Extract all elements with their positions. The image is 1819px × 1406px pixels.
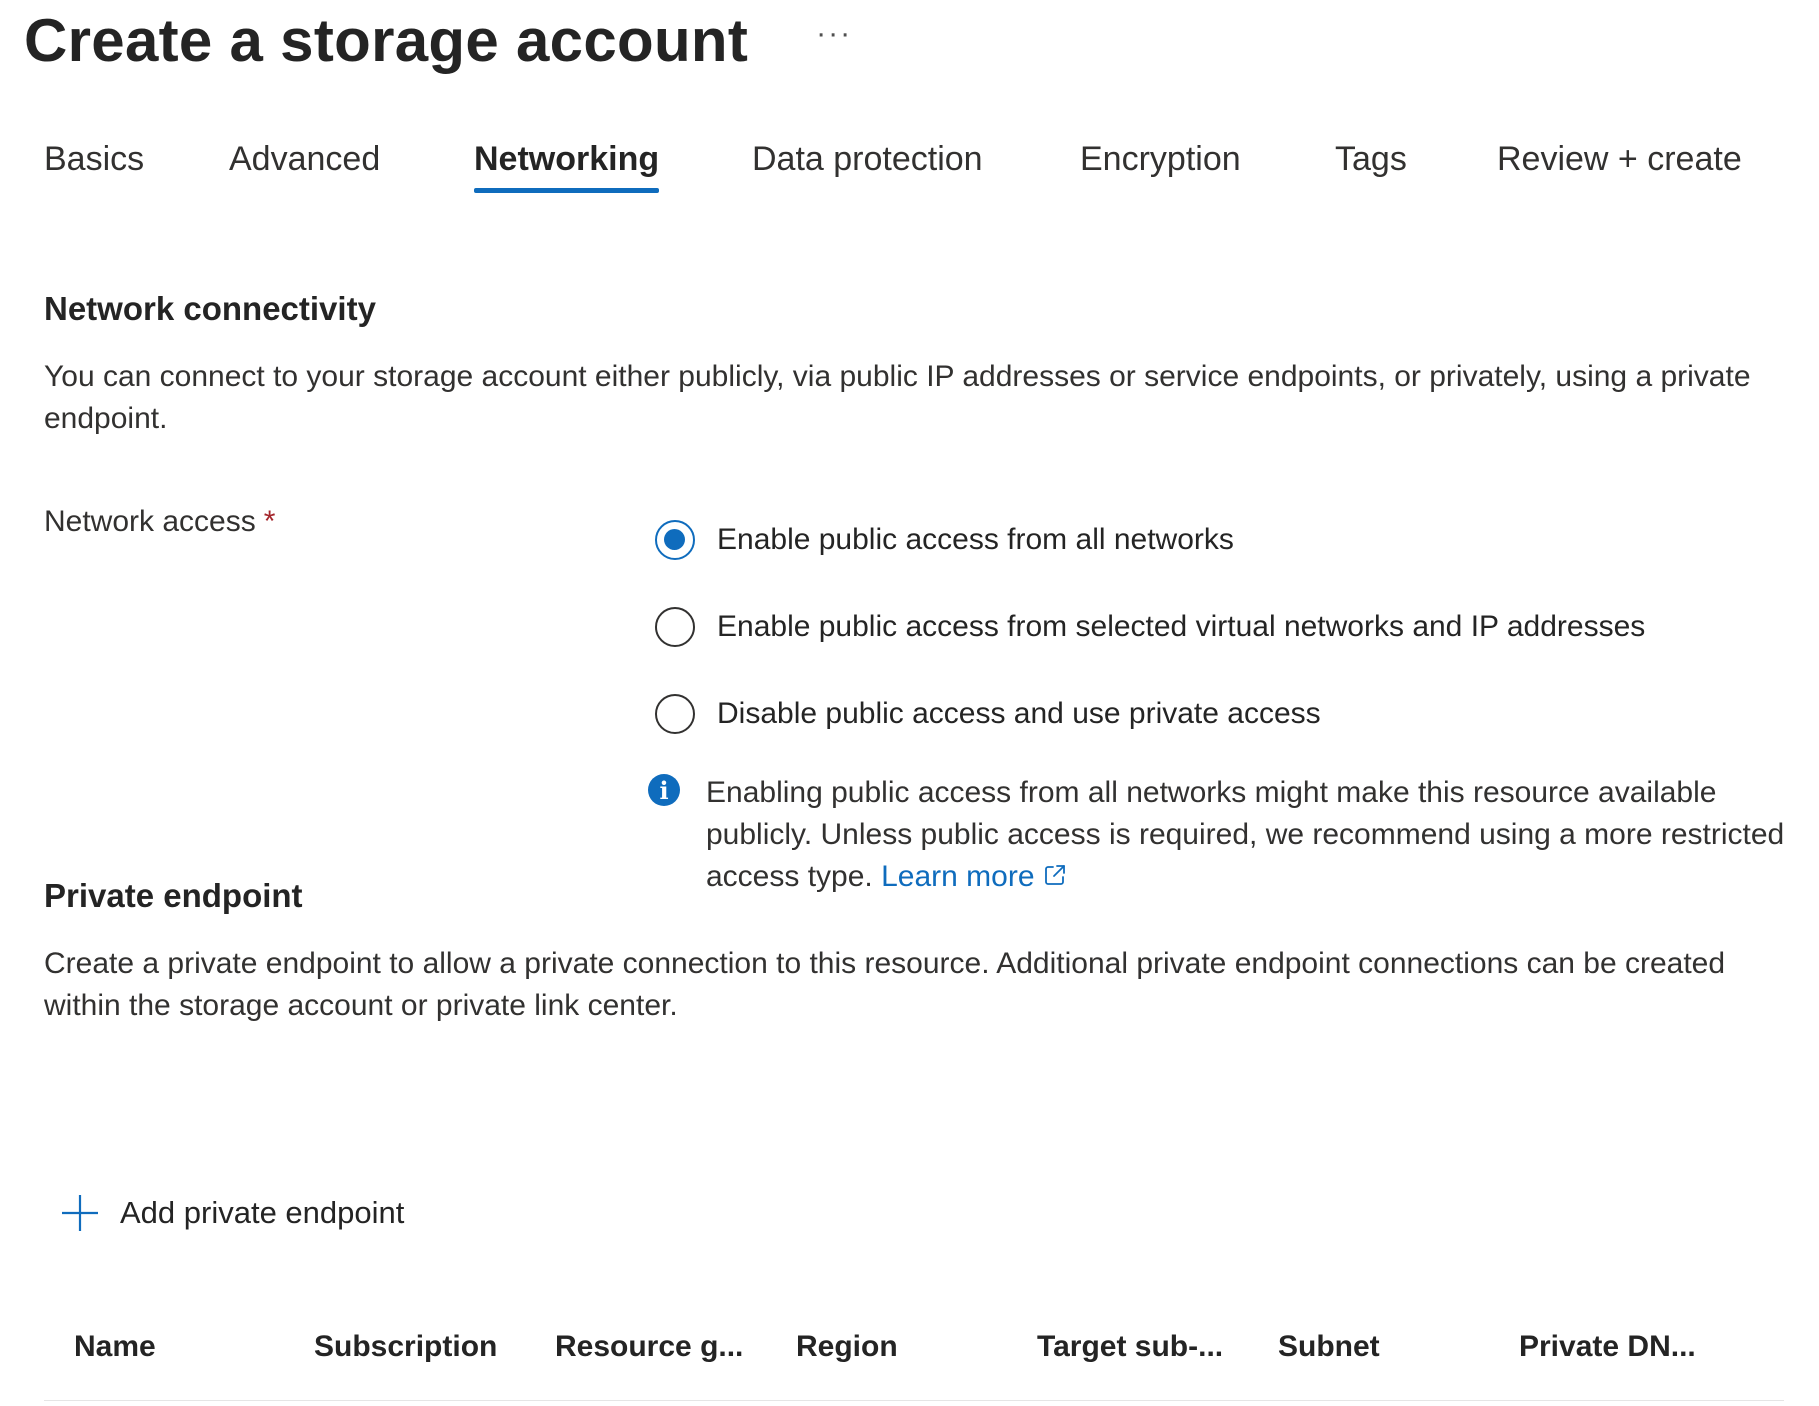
radio-button[interactable] — [655, 694, 695, 734]
required-marker: * — [263, 505, 276, 538]
external-link-icon — [1044, 865, 1065, 885]
private-endpoint-table-header: Name Subscription Resource g... Region T… — [44, 1310, 1784, 1401]
network-connectivity-description: You can connect to your storage account … — [44, 360, 1751, 435]
network-access-radio-group: Enable public access from all networks E… — [655, 515, 1645, 776]
radio-option-all-networks[interactable]: Enable public access from all networks — [655, 515, 1645, 565]
column-header-subscription[interactable]: Subscription — [314, 1330, 497, 1364]
column-header-private-dns[interactable]: Private DN... — [1519, 1330, 1696, 1364]
public-access-info-message: i Enabling public access from all networ… — [648, 772, 1788, 898]
column-header-name[interactable]: Name — [74, 1330, 156, 1364]
add-private-endpoint-label: Add private endpoint — [120, 1195, 405, 1230]
radio-button-selected[interactable] — [655, 520, 695, 560]
learn-more-link[interactable]: Learn more — [881, 860, 1066, 893]
radio-option-disable-public[interactable]: Disable public access and use private ac… — [655, 689, 1645, 739]
learn-more-label: Learn more — [881, 860, 1035, 893]
radio-label: Enable public access from all networks — [717, 523, 1234, 556]
column-header-subnet[interactable]: Subnet — [1278, 1330, 1380, 1364]
tab-networking[interactable]: Networking — [474, 140, 660, 193]
more-options-button[interactable]: ··· — [808, 19, 860, 49]
tab-review-create[interactable]: Review + create — [1497, 140, 1742, 193]
tab-bar: Basics Advanced Networking Data protecti… — [44, 130, 1784, 210]
page-title: Create a storage account — [24, 6, 749, 74]
tab-tags[interactable]: Tags — [1335, 140, 1407, 193]
private-endpoint-description: Create a private endpoint to allow a pri… — [44, 947, 1726, 1022]
network-access-label-text: Network access — [44, 505, 256, 538]
tab-basics[interactable]: Basics — [44, 140, 144, 193]
radio-option-selected-networks[interactable]: Enable public access from selected virtu… — [655, 602, 1645, 652]
radio-label: Disable public access and use private ac… — [717, 697, 1321, 730]
column-header-resource-group[interactable]: Resource g... — [555, 1330, 743, 1364]
add-private-endpoint-button[interactable]: Add private endpoint — [60, 1193, 404, 1233]
column-header-region[interactable]: Region — [796, 1330, 898, 1364]
column-header-target-sub-resource[interactable]: Target sub-... — [1037, 1330, 1223, 1364]
radio-label: Enable public access from selected virtu… — [717, 610, 1646, 643]
tab-advanced[interactable]: Advanced — [229, 140, 380, 193]
title-row: Create a storage account ··· — [24, 0, 860, 80]
info-message-text: Enabling public access from all networks… — [706, 772, 1788, 898]
tab-encryption[interactable]: Encryption — [1080, 140, 1241, 193]
private-endpoint-heading: Private endpoint — [44, 877, 303, 914]
network-access-label: Network access * — [44, 505, 275, 539]
info-message-body: Enabling public access from all networks… — [706, 776, 1785, 893]
create-storage-account-page: Create a storage account ··· Basics Adva… — [0, 0, 1819, 1406]
plus-icon — [62, 1195, 98, 1231]
network-connectivity-heading: Network connectivity — [44, 290, 376, 327]
info-icon: i — [648, 774, 680, 806]
tab-data-protection[interactable]: Data protection — [752, 140, 983, 193]
radio-button[interactable] — [655, 607, 695, 647]
